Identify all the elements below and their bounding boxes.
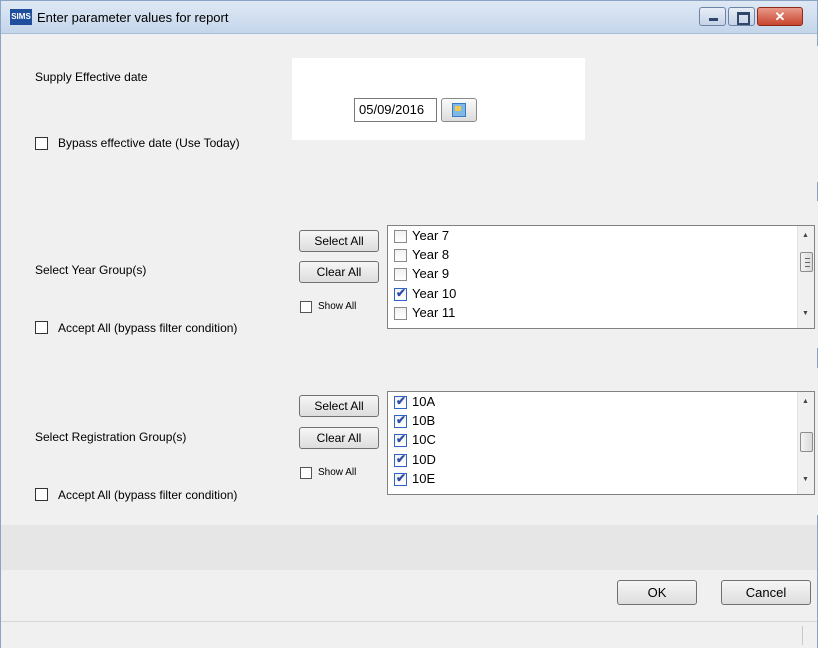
list-item-label: Year 7 (412, 228, 450, 243)
list-item-checkbox[interactable] (394, 230, 407, 243)
registration-group-label: Select Registration Group(s) (35, 430, 187, 444)
ok-button[interactable]: OK (617, 580, 697, 605)
list-item-checkbox[interactable]: ✔ (394, 471, 407, 486)
effective-date-input[interactable]: 05/09/2016 (354, 98, 437, 122)
scroll-up-icon[interactable]: ▲ (802, 232, 809, 239)
year-show-all-label: Show All (318, 301, 357, 312)
list-item-label: 10C (412, 432, 436, 447)
year-show-all-checkbox[interactable] (300, 301, 312, 313)
list-item-checkbox[interactable]: ✔ (394, 413, 407, 428)
list-item-checkbox[interactable]: ✔ (394, 432, 407, 447)
list-item-checkbox[interactable]: ✔ (394, 286, 407, 301)
year-accept-all-checkbox[interactable] (35, 321, 48, 334)
minimize-button[interactable] (699, 7, 726, 26)
reg-show-all-label: Show All (318, 467, 357, 478)
sims-app-icon: SIMS (10, 9, 32, 25)
checkmark-icon: ✔ (396, 452, 407, 466)
year-group-label: Select Year Group(s) (35, 263, 147, 277)
scroll-down-icon[interactable]: ▼ (802, 310, 809, 317)
close-button[interactable]: ✕ (757, 7, 803, 26)
year-group-panel: Select Year Group(s) Select All Clear Al… (23, 201, 818, 348)
scroll-thumb[interactable] (800, 252, 813, 272)
calendar-button[interactable] (441, 98, 477, 122)
list-item-checkbox[interactable] (394, 249, 407, 262)
close-icon: ✕ (774, 9, 786, 24)
maximize-button[interactable] (728, 7, 755, 26)
status-bar (1, 621, 817, 648)
list-item-label: Year 10 (412, 286, 457, 301)
effective-date-label: Supply Effective date (35, 70, 148, 84)
list-item-checkbox[interactable] (394, 307, 407, 320)
year-clear-all-button[interactable]: Clear All (299, 261, 379, 283)
window-title: Enter parameter values for report (37, 10, 229, 25)
dialog-window: SIMS Enter parameter values for report ✕… (0, 0, 818, 648)
checkmark-icon: ✔ (396, 286, 407, 300)
year-list-scrollbar[interactable]: ▲ ▼ (797, 226, 814, 328)
reg-accept-all-label: Accept All (bypass filter condition) (58, 488, 238, 502)
scroll-up-icon[interactable]: ▲ (802, 398, 809, 405)
list-item-label: 10D (412, 452, 436, 467)
reg-clear-all-button[interactable]: Clear All (299, 427, 379, 449)
bypass-date-label: Bypass effective date (Use Today) (58, 136, 240, 150)
list-item-label: 10E (412, 471, 436, 486)
scroll-down-icon[interactable]: ▼ (802, 476, 809, 483)
list-item-checkbox[interactable]: ✔ (394, 394, 407, 409)
reg-accept-all-checkbox[interactable] (35, 488, 48, 501)
registration-list-scrollbar[interactable]: ▲ ▼ (797, 392, 814, 494)
year-accept-all-label: Accept All (bypass filter condition) (58, 321, 238, 335)
list-item-checkbox[interactable] (394, 268, 407, 281)
registration-group-listbox[interactable]: ✔ 10A ✔ 10B ✔ 10C ✔ 10D ✔ 10E ▲ ▼ (387, 391, 815, 495)
checkmark-icon: ✔ (396, 432, 407, 446)
year-group-listbox[interactable]: Year 7 Year 8 Year 9 ✔ Year 10 Year 11 ▲ (387, 225, 815, 329)
cancel-button[interactable]: Cancel (721, 580, 811, 605)
status-separator (802, 626, 803, 645)
checkmark-icon: ✔ (396, 413, 407, 427)
calendar-icon (452, 103, 466, 117)
date-picker-area: 05/09/2016 (292, 58, 585, 140)
checkmark-icon: ✔ (396, 394, 407, 408)
checkmark-icon: ✔ (396, 471, 407, 485)
list-item-label: 10A (412, 394, 436, 409)
list-item-label: Year 9 (412, 266, 450, 281)
list-item-label: Year 8 (412, 247, 450, 262)
scroll-thumb[interactable] (800, 432, 813, 452)
reg-select-all-button[interactable]: Select All (299, 395, 379, 417)
registration-group-panel: Select Registration Group(s) Select All … (23, 368, 818, 515)
list-item-label: Year 11 (412, 305, 456, 320)
list-item-checkbox[interactable]: ✔ (394, 452, 407, 467)
bypass-date-checkbox[interactable] (35, 137, 48, 150)
effective-date-panel: Supply Effective date 05/09/2016 Bypass … (23, 46, 818, 182)
title-bar[interactable]: SIMS Enter parameter values for report ✕ (1, 1, 817, 34)
list-item-label: 10B (412, 413, 436, 428)
year-select-all-button[interactable]: Select All (299, 230, 379, 252)
reg-show-all-checkbox[interactable] (300, 467, 312, 479)
footer-band (1, 525, 817, 570)
